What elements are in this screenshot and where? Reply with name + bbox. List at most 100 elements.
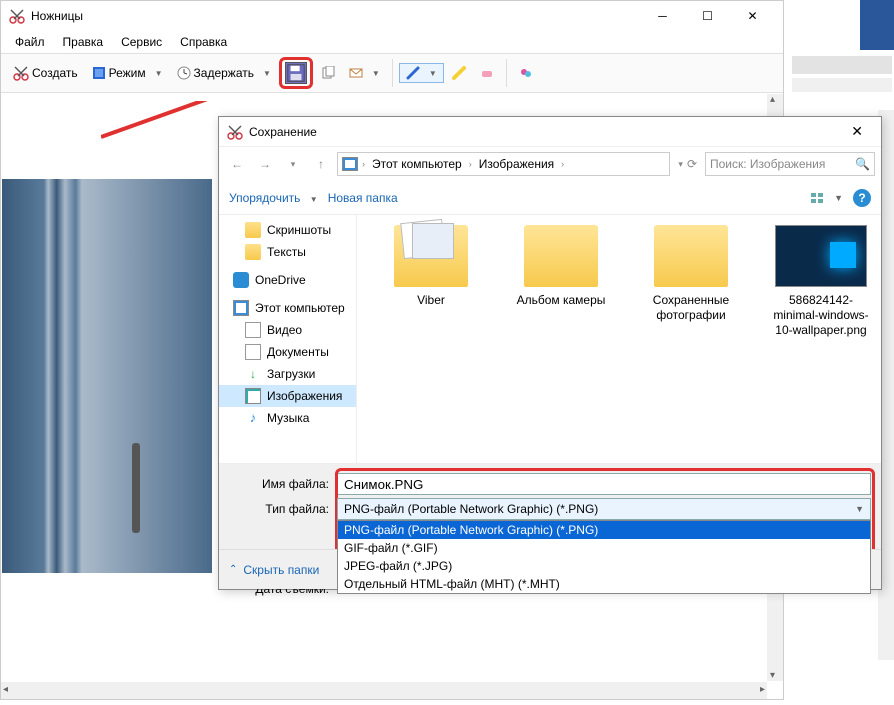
highlighter-button[interactable] [446,64,472,82]
option-png[interactable]: PNG-файл (Portable Network Graphic) (*.P… [338,521,870,539]
dialog-close-button[interactable]: ✕ [841,121,873,142]
organize-button[interactable]: Упорядочить ▼ [229,191,318,205]
save-dialog: Сохранение ✕ ← → ▾ ↑ › Этот компьютер › … [218,116,882,590]
filetype-select[interactable]: PNG-файл (Portable Network Graphic) (*.P… [337,498,871,520]
close-button[interactable]: ✕ [730,1,775,31]
chevron-down-icon: ▼ [155,69,163,78]
mode-button[interactable]: Режим ▼ [86,64,169,82]
search-icon: 🔍 [855,157,870,171]
address-bar[interactable]: › Этот компьютер › Изображения › [337,152,670,176]
scissors-icon [13,65,29,81]
hide-folders-button[interactable]: ⌃Скрыть папки [229,563,319,577]
tree-pictures[interactable]: Изображения [219,385,356,407]
tree-documents[interactable]: Документы [219,341,356,363]
refresh-button[interactable]: ⟳ [687,157,697,171]
minimize-button[interactable]: ─ [640,1,685,31]
filetype-label: Тип файла: [229,502,337,516]
eraser-button[interactable] [474,64,500,82]
folder-icon [394,225,468,287]
folder-camera[interactable]: Альбом камеры [511,225,611,308]
address-dropdown[interactable]: ▾ [678,159,683,170]
pen-icon [406,66,420,80]
tree-this-pc[interactable]: Этот компьютер [219,297,356,319]
view-dropdown[interactable]: ▼ [834,193,843,203]
menu-file[interactable]: Файл [7,33,53,51]
toolbar: Создать Режим ▼ Задержать ▼ ▼ ▼ [1,53,783,93]
up-button[interactable]: ↑ [309,152,333,176]
file-list[interactable]: Viber Альбом камеры Сохраненные фотограф… [357,215,881,463]
delay-label: Задержать [194,66,254,80]
tree-video[interactable]: Видео [219,319,356,341]
new-folder-button[interactable]: Новая папка [328,191,398,205]
pen-button[interactable]: ▼ [399,63,444,83]
breadcrumb-pc[interactable]: Этот компьютер [369,157,465,171]
video-icon [245,322,261,338]
dialog-title: Сохранение [249,125,317,139]
music-icon: ♪ [245,410,261,426]
tree-downloads[interactable]: ↓Загрузки [219,363,356,385]
onedrive-icon [233,272,249,288]
paint3d-button[interactable] [513,64,539,82]
filename-input[interactable] [337,473,871,495]
search-placeholder: Поиск: Изображения [710,157,851,171]
downloads-icon: ↓ [245,366,261,382]
captured-image [2,179,212,573]
folder-icon [654,225,728,287]
breadcrumb-pictures[interactable]: Изображения [476,157,557,171]
image-thumbnail [775,225,867,287]
chevron-down-icon: ▼ [855,504,864,514]
back-button[interactable]: ← [225,152,249,176]
tree-texts[interactable]: Тексты [219,241,356,263]
horizontal-scrollbar[interactable] [1,682,767,699]
highlighter-icon [452,66,466,80]
window-title: Ножницы [31,9,83,23]
filename-label: Имя файла: [229,477,337,491]
option-jpg[interactable]: JPEG-файл (*.JPG) [338,557,870,575]
folder-icon [524,225,598,287]
clock-icon [177,66,191,80]
dialog-toolbar: Упорядочить ▼ Новая папка ▼ ? [219,181,881,215]
folder-icon [245,244,261,260]
delay-button[interactable]: Задержать ▼ [171,64,277,82]
chevron-down-icon: ▼ [372,69,380,78]
save-button[interactable] [285,62,307,84]
copy-button[interactable] [315,64,341,82]
chevron-down-icon: ▼ [429,69,437,78]
tree-music[interactable]: ♪Музыка [219,407,356,429]
mode-icon [92,66,106,80]
eraser-icon [480,66,494,80]
paint3d-icon [519,66,533,80]
pictures-icon [245,388,261,404]
mail-icon [349,66,363,80]
folder-saved[interactable]: Сохраненные фотографии [641,225,741,323]
chevron-down-icon: ▼ [263,69,271,78]
search-input[interactable]: Поиск: Изображения 🔍 [705,152,875,176]
option-mht[interactable]: Отдельный HTML-файл (MHT) (*.MHT) [338,575,870,593]
menu-edit[interactable]: Правка [55,33,112,51]
app-icon [227,124,243,140]
view-button[interactable] [810,191,824,205]
send-button[interactable]: ▼ [343,64,386,82]
folder-icon [245,222,261,238]
menu-help[interactable]: Справка [172,33,235,51]
option-gif[interactable]: GIF-файл (*.GIF) [338,539,870,557]
folder-viber[interactable]: Viber [381,225,481,308]
mode-label: Режим [109,66,146,80]
app-icon [9,8,25,24]
file-wallpaper[interactable]: 586824142-minimal-windows-10-wallpaper.p… [771,225,871,338]
new-snip-label: Создать [32,66,78,80]
new-snip-button[interactable]: Создать [7,63,84,83]
menubar: Файл Правка Сервис Справка [1,31,783,53]
maximize-button[interactable]: ☐ [685,1,730,31]
recent-button[interactable]: ▾ [281,152,305,176]
folder-tree[interactable]: Скриншоты Тексты OneDrive Этот компьютер… [219,215,357,463]
copy-icon [321,66,335,80]
menu-service[interactable]: Сервис [113,33,170,51]
save-button-highlight [279,57,313,89]
forward-button[interactable]: → [253,152,277,176]
help-button[interactable]: ? [853,189,871,207]
titlebar: Ножницы ─ ☐ ✕ [1,1,783,31]
filetype-dropdown[interactable]: PNG-файл (Portable Network Graphic) (*.P… [337,520,871,594]
tree-screenshots[interactable]: Скриншоты [219,219,356,241]
tree-onedrive[interactable]: OneDrive [219,269,356,291]
